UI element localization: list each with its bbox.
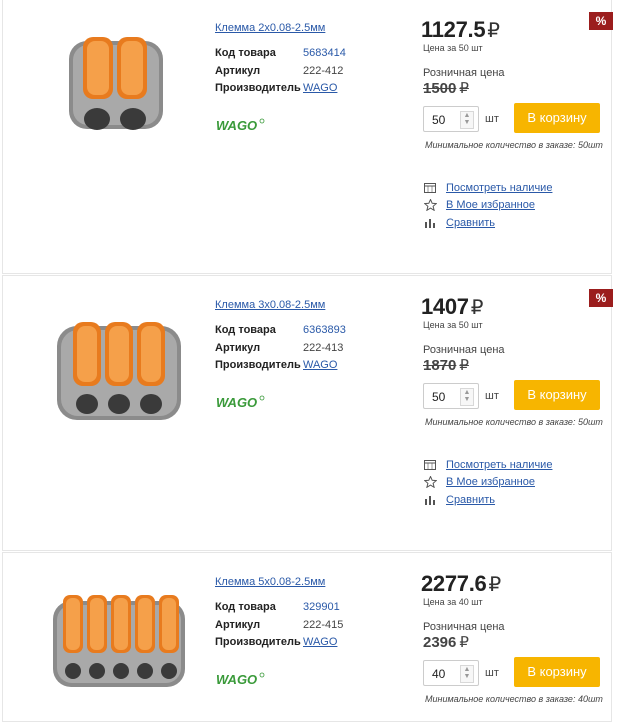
manufacturer-label: Производитель <box>215 82 301 94</box>
product-image[interactable] <box>47 19 187 159</box>
bar-chart-icon <box>423 217 437 229</box>
code-label: Код товара <box>215 324 276 336</box>
check-stock-action[interactable]: Посмотреть наличие <box>423 456 552 474</box>
article-value: 222-413 <box>303 341 344 354</box>
svg-text:WAGO: WAGO <box>216 395 257 410</box>
retail-price: 1870 ₽ <box>423 357 469 374</box>
brand-logo: WAGO <box>215 117 265 138</box>
min-order-note: Минимальное количество в заказе: 50шт <box>425 417 603 427</box>
svg-text:WAGO: WAGO <box>216 672 257 687</box>
manufacturer-link[interactable]: WAGO <box>303 359 337 377</box>
product-properties: Код товара 5683414 Артикул 222-412 Произво… <box>215 47 346 100</box>
star-icon <box>423 199 437 212</box>
add-to-cart-button[interactable]: В корзину <box>514 103 600 133</box>
product-card: Клемма 3х0.08-2.5мм Код товара 6363893 Ар… <box>2 275 613 551</box>
bar-chart-icon <box>423 494 437 506</box>
article-value: 222-412 <box>303 64 344 77</box>
calendar-icon <box>423 182 437 194</box>
product-actions: Посмотреть наличие В Мое избранное Сравн… <box>423 456 552 509</box>
manufacturer-label: Производитель <box>215 636 301 648</box>
product-name-link[interactable]: Клемма 3х0.08-2.5мм <box>215 299 325 311</box>
min-order-note: Минимальное количество в заказе: 40шт <box>425 694 603 704</box>
code-value: 329901 <box>303 601 340 613</box>
compare-action[interactable]: Сравнить <box>423 491 552 509</box>
retail-price: 1500 ₽ <box>423 80 469 97</box>
product-image[interactable] <box>45 579 193 699</box>
add-to-cart-button[interactable]: В корзину <box>514 380 600 410</box>
discount-badge: % <box>589 289 613 307</box>
favorite-action[interactable]: В Мое избранное <box>423 474 552 492</box>
product-name-link[interactable]: Клемма 2х0.08-2.5мм <box>215 22 325 34</box>
product-properties: Код товара 329901 Артикул 222-415 Производ… <box>215 601 343 654</box>
compare-action[interactable]: Сравнить <box>423 214 552 232</box>
discount-badge: % <box>589 12 613 30</box>
code-value: 6363893 <box>303 324 346 336</box>
brand-logo: WAGO <box>215 394 265 415</box>
product-name-link[interactable]: Клемма 5х0.08-2.5мм <box>215 576 325 588</box>
code-label: Код товара <box>215 601 276 613</box>
manufacturer-link[interactable]: WAGO <box>303 82 337 100</box>
quantity-stepper[interactable]: ▲ ▼ <box>460 665 474 683</box>
product-card: Клемма 2х0.08-2.5мм Код товара 5683414 Ар… <box>2 0 613 274</box>
price-note: Цена за 40 шт <box>423 597 483 607</box>
product-card: Клемма 5х0.08-2.5мм Код товара 329901 Арт… <box>2 552 612 722</box>
article-value: 222-415 <box>303 618 344 631</box>
svg-text:WAGO: WAGO <box>216 118 257 133</box>
price-note: Цена за 50 шт <box>423 320 483 330</box>
add-to-cart-button[interactable]: В корзину <box>514 657 600 687</box>
retail-price: 2396 ₽ <box>423 634 469 651</box>
article-label: Артикул <box>215 341 261 354</box>
unit-label: шт <box>485 390 499 402</box>
unit-label: шт <box>485 113 499 125</box>
article-label: Артикул <box>215 64 261 77</box>
manufacturer-label: Производитель <box>215 359 301 371</box>
manufacturer-link[interactable]: WAGO <box>303 636 337 654</box>
quantity-stepper[interactable]: ▲ ▼ <box>460 388 474 406</box>
calendar-icon <box>423 459 437 471</box>
quantity-input[interactable]: 50 ▲ ▼ <box>423 383 479 409</box>
product-actions: Посмотреть наличие В Мое избранное Сравн… <box>423 179 552 232</box>
check-stock-action[interactable]: Посмотреть наличие <box>423 179 552 197</box>
product-properties: Код товара 6363893 Артикул 222-413 Произво… <box>215 324 346 377</box>
price: 1127.5 ₽ <box>421 17 500 42</box>
article-label: Артикул <box>215 618 261 631</box>
quantity-input[interactable]: 40 ▲ ▼ <box>423 660 479 686</box>
retail-price-label: Розничная цена <box>423 67 505 79</box>
price: 2277.6 ₽ <box>421 571 501 596</box>
product-list: Клемма 2х0.08-2.5мм Код товара 5683414 Ар… <box>0 0 620 722</box>
price-note: Цена за 50 шт <box>423 43 483 53</box>
star-icon <box>423 476 437 489</box>
brand-logo: WAGO <box>215 671 265 692</box>
retail-price-label: Розничная цена <box>423 621 505 633</box>
product-image[interactable] <box>45 300 193 440</box>
quantity-stepper[interactable]: ▲ ▼ <box>460 111 474 129</box>
unit-label: шт <box>485 667 499 679</box>
quantity-input[interactable]: 50 ▲ ▼ <box>423 106 479 132</box>
favorite-action[interactable]: В Мое избранное <box>423 197 552 215</box>
min-order-note: Минимальное количество в заказе: 50шт <box>425 140 603 150</box>
code-value: 5683414 <box>303 47 346 59</box>
code-label: Код товара <box>215 47 276 59</box>
price: 1407 ₽ <box>421 294 484 319</box>
retail-price-label: Розничная цена <box>423 344 505 356</box>
